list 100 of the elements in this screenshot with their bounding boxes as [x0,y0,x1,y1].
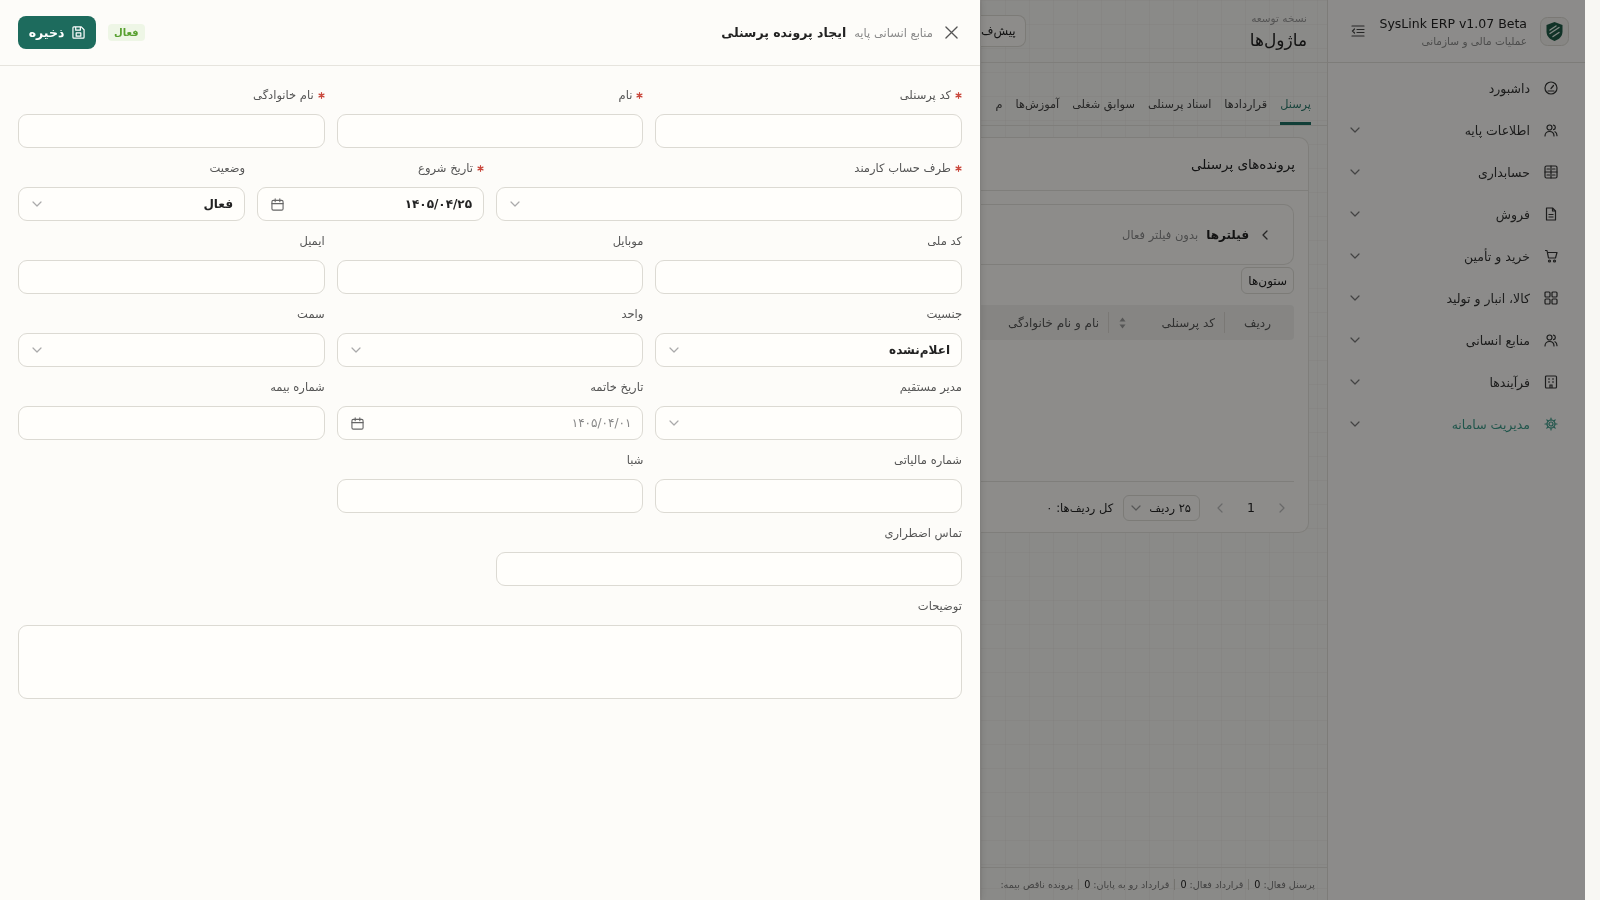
header-button[interactable]: پیش‌ف [981,15,1026,47]
chevron-icon [1350,169,1360,175]
select-field[interactable] [496,187,962,221]
status-value: 0 [1254,878,1261,890]
gear-icon [1544,417,1558,431]
textarea-field[interactable] [18,625,962,699]
select-field[interactable]: اعلام‌نشده [655,333,962,367]
text-field[interactable] [336,260,644,294]
menu-icon[interactable] [1351,25,1365,37]
field-label: سمت [297,307,325,321]
select-field[interactable] [655,406,962,440]
nav-item[interactable]: فرآیندها [1328,361,1585,403]
filter-summary: بدون فیلتر فعال [1122,227,1199,242]
text-field[interactable] [496,552,962,586]
cart-icon [1544,249,1558,263]
nav-item[interactable]: منابع انسانی [1328,319,1585,361]
chevron-icon [669,347,680,353]
status-value: 0 [1180,878,1187,890]
status-label: قرارداد رو به پایان: [1093,878,1170,890]
save-icon [72,26,86,39]
tab[interactable]: پرسنل [1280,98,1311,125]
document-icon [1544,207,1558,221]
field-label: نام خانوادگی [253,88,314,102]
text-field[interactable] [336,479,644,513]
tab[interactable]: اسناد پرسنلی [1147,98,1212,125]
tab[interactable]: م [995,98,1003,125]
calendar-icon [350,416,364,430]
field-label: ایمیل [299,234,325,248]
field-label: شبا [626,453,644,467]
select-field[interactable] [18,333,325,367]
nav-item[interactable]: حسابداری [1328,151,1585,193]
column-header: ردیف [1224,312,1294,333]
text-field[interactable] [18,260,325,294]
text-field[interactable] [18,114,325,148]
sort-icon[interactable] [1119,316,1126,329]
chevron-icon [1131,504,1142,511]
select-field[interactable] [336,333,644,367]
status-label: پرسنل فعال: [1263,878,1315,890]
field-label: کد پرسنلی [899,88,951,102]
field-label: تماس اضطراری [884,526,962,540]
field-label: نام [618,88,633,102]
date-field[interactable]: ۱۴۰۵/۰۴/۰۱ [336,406,644,440]
status-label: پرونده ناقص بیمه: [1000,878,1074,890]
status-label: قرارداد فعال: [1189,878,1244,890]
chevron-icon [1350,127,1360,133]
field-label: شماره بیمه [270,380,325,394]
chevron-icon [1350,379,1360,385]
shield-logo-icon [1540,16,1569,46]
nav-item[interactable]: اطلاعات پایه [1328,109,1585,151]
page-button[interactable]: 1 [1247,500,1255,515]
text-field[interactable] [655,479,962,513]
chevron-icon [1350,295,1360,301]
gauge-icon [1544,81,1558,95]
chevron-icon [1350,421,1360,427]
nav-item[interactable]: داشبورد [1328,67,1585,109]
card-title: پرونده‌های پرسنلی [1190,156,1295,172]
nav-item[interactable]: فروش [1328,193,1585,235]
tab[interactable]: آموزش‌ها [1015,98,1060,125]
field-label: مدیر مستقیم [899,380,962,394]
total-rows-label: کل ردیف‌ها: ۰ [1046,500,1114,515]
chevron-icon [1350,253,1360,259]
page-title: ماژول‌ها [1249,30,1307,50]
chevron-left-icon[interactable] [1262,229,1268,240]
users-icon [1544,123,1558,137]
field-label: کد ملی [927,234,962,248]
ledger-icon [1544,165,1558,179]
text-field[interactable] [655,260,962,294]
text-field[interactable] [18,406,325,440]
chevron-icon [32,201,42,207]
column-header: نام و نام خانوادگی [1006,314,1100,332]
field-label: موبایل [612,234,644,248]
chevron-icon [510,201,520,207]
nav-item[interactable]: کالا، انبار و تولید [1328,277,1585,319]
app-title: SysLink ERP v1.07 Beta [1379,15,1527,31]
chevron-icon [669,420,680,426]
save-button[interactable]: ذخیره [18,16,96,49]
users-icon [1544,333,1558,347]
building-icon [1544,375,1558,389]
select-field[interactable]: فعال [18,187,245,221]
tab[interactable]: قراردادها [1224,98,1268,125]
field-label: تاریخ خاتمه [590,380,644,394]
field-label: وضعیت [209,161,245,175]
field-label: واحد [621,307,644,321]
filter-title: فیلترها [1206,227,1249,242]
columns-button[interactable]: ستون‌ها [1241,267,1294,294]
nav-item[interactable]: خرید و تأمین [1328,235,1585,277]
tab[interactable]: سوابق شغلی [1072,98,1135,125]
page-size-select[interactable]: ۲۵ ردیف [1123,494,1201,521]
status-value: 0 [1084,878,1091,890]
close-icon[interactable] [945,26,958,39]
text-field[interactable] [336,114,644,148]
field-label: تاریخ شروع [418,161,473,175]
text-field[interactable] [655,114,962,148]
date-field[interactable]: ۱۴۰۵/۰۴/۲۵ [257,187,484,221]
nav-item[interactable]: مدیریت سامانه [1328,403,1585,445]
grid-icon [1544,291,1558,305]
column-header[interactable]: کد پرسنلی [1108,312,1224,333]
field-label: طرف حساب کارمند [854,161,951,175]
status-badge: فعال [108,24,145,41]
field-label: شماره مالیاتی [894,453,962,467]
